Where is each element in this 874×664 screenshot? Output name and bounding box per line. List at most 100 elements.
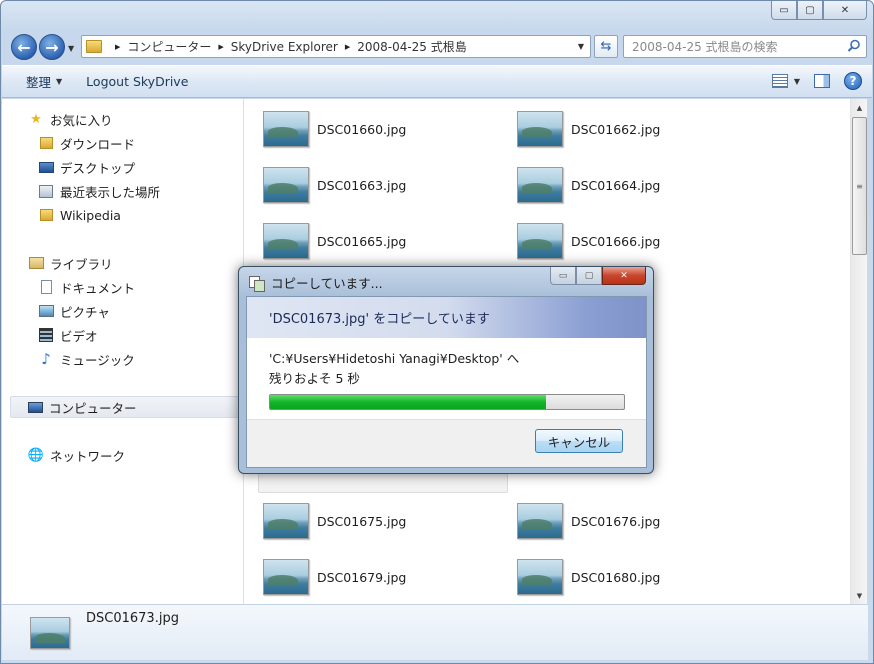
dialog-title: コピーしています... [271, 276, 383, 291]
network-icon: 🌐 [27, 447, 45, 463]
breadcrumb-skydrive[interactable]: SkyDrive Explorer [231, 40, 338, 54]
folder-icon [86, 40, 102, 53]
videos-icon [38, 327, 54, 343]
file-item[interactable]: DSC01675.jpg [263, 498, 406, 544]
nav-computer[interactable]: コンピューター [10, 396, 242, 418]
arrow-left-icon: ← [17, 37, 31, 57]
nav-item-desktop[interactable]: デスクトップ [38, 156, 135, 178]
image-thumbnail-icon [517, 167, 563, 203]
nav-libraries[interactable]: ライブラリ [28, 252, 113, 274]
file-name: DSC01663.jpg [317, 177, 407, 193]
change-view-button[interactable]: ▼ [771, 74, 800, 88]
file-item[interactable]: DSC01663.jpg [263, 162, 406, 208]
search-placeholder: 2008-04-25 式根島の検索 [632, 40, 778, 54]
nav-item-label: ダウンロード [60, 136, 136, 152]
breadcrumb-computer[interactable]: コンピューター [127, 38, 211, 55]
nav-item-wikipedia[interactable]: Wikipedia [38, 204, 121, 226]
nav-libraries-label: ライブラリ [50, 256, 113, 272]
scrollbar-thumb[interactable]: ≡ [852, 117, 867, 255]
maximize-icon: ▢ [805, 4, 815, 16]
nav-item-music[interactable]: ♪ ミュージック [38, 348, 135, 370]
nav-item-pictures[interactable]: ピクチャ [38, 300, 110, 322]
image-thumbnail-icon [263, 111, 309, 147]
organize-button[interactable]: 整理 ▼ [2, 66, 74, 97]
address-bar[interactable]: ▶ コンピューター ▶ SkyDrive Explorer ▶ 2008-04-… [81, 35, 591, 58]
music-note-icon: ♪ [41, 350, 51, 368]
image-thumbnail-icon [517, 223, 563, 259]
window-caption-buttons: ▭ ▢ ✕ [771, 1, 867, 21]
breadcrumb-folder[interactable]: 2008-04-25 式根島 [357, 38, 467, 55]
nav-item-label: ピクチャ [60, 304, 110, 320]
scroll-down-arrow-icon[interactable]: ▼ [851, 587, 868, 604]
chevron-down-icon[interactable]: ▼ [578, 42, 584, 51]
image-thumbnail-icon [517, 503, 563, 539]
close-button[interactable]: ✕ [823, 1, 867, 20]
nav-item-documents[interactable]: ドキュメント [38, 276, 135, 298]
progress-bar-fill [270, 395, 547, 409]
logout-skydrive-button[interactable]: Logout SkyDrive [74, 66, 200, 97]
help-icon[interactable]: ? [844, 72, 862, 90]
nav-item-label: Wikipedia [60, 207, 121, 223]
refresh-button[interactable]: ⇆ [594, 35, 618, 58]
copy-progress-dialog: コピーしています... ▭ ▢ ✕ 'DSC01673.jpg' をコピーしてい… [238, 266, 654, 474]
file-item[interactable]: DSC01664.jpg [517, 162, 660, 208]
nav-item-videos[interactable]: ビデオ [38, 324, 98, 346]
vertical-scrollbar[interactable]: ▲ ≡ ▼ [850, 99, 867, 604]
image-thumbnail-icon [30, 617, 70, 649]
file-name: DSC01675.jpg [317, 513, 407, 529]
scroll-up-arrow-icon[interactable]: ▲ [851, 99, 868, 116]
file-item[interactable]: DSC01666.jpg [517, 218, 660, 264]
organize-label: 整理 [26, 75, 52, 90]
nav-favorites[interactable]: ★ お気に入り [28, 108, 113, 130]
cancel-button[interactable]: キャンセル [535, 429, 623, 453]
navigation-bar: ← → ▼ ▶ コンピューター ▶ SkyDrive Explorer ▶ 20… [9, 31, 867, 61]
chevron-right-icon[interactable]: ▶ [218, 43, 223, 51]
image-thumbnail-icon [263, 559, 309, 595]
dialog-minimize-button[interactable]: ▭ [550, 267, 576, 285]
logout-label: Logout SkyDrive [86, 74, 189, 89]
downloads-folder-icon [38, 135, 54, 151]
pictures-icon [38, 303, 54, 319]
file-item[interactable]: DSC01676.jpg [517, 498, 660, 544]
file-name: DSC01665.jpg [317, 233, 407, 249]
recent-pages-dropdown[interactable]: ▼ [68, 44, 74, 53]
chevron-right-icon[interactable]: ▶ [345, 43, 350, 51]
time-remaining-text: 残りおよそ 5 秒 [269, 371, 360, 386]
image-thumbnail-icon [517, 111, 563, 147]
search-icon[interactable] [847, 39, 861, 53]
file-item[interactable]: DSC01662.jpg [517, 106, 660, 152]
recent-places-icon [38, 183, 54, 199]
chevron-right-icon[interactable]: ▶ [115, 43, 120, 51]
image-thumbnail-icon [263, 223, 309, 259]
back-button[interactable]: ← [11, 34, 37, 60]
file-name: DSC01662.jpg [571, 121, 661, 137]
file-name: DSC01660.jpg [317, 121, 407, 137]
nav-item-downloads[interactable]: ダウンロード [38, 132, 135, 154]
file-item[interactable]: DSC01680.jpg [517, 554, 660, 600]
maximize-button[interactable]: ▢ [797, 1, 823, 20]
minimize-button[interactable]: ▭ [771, 1, 797, 20]
file-item[interactable]: DSC01679.jpg [263, 554, 406, 600]
dialog-caption-buttons: ▭ ▢ ✕ [550, 267, 646, 285]
nav-network[interactable]: 🌐 ネットワーク [28, 444, 125, 466]
search-input[interactable]: 2008-04-25 式根島の検索 [623, 35, 867, 58]
preview-pane-icon[interactable] [814, 74, 830, 88]
image-thumbnail-icon [263, 167, 309, 203]
dialog-close-button[interactable]: ✕ [602, 267, 646, 285]
forward-button[interactable]: → [39, 34, 65, 60]
nav-item-label: ミュージック [60, 352, 135, 368]
dialog-maximize-button[interactable]: ▢ [576, 267, 602, 285]
chevron-down-icon: ▼ [56, 77, 63, 86]
copying-file-heading: 'DSC01673.jpg' をコピーしています [269, 312, 490, 327]
file-name: DSC01680.jpg [571, 569, 661, 585]
command-bar: 整理 ▼ Logout SkyDrive ▼ ? [2, 65, 872, 98]
dialog-body: 'DSC01673.jpg' をコピーしています 'C:¥Users¥Hidet… [246, 296, 647, 468]
arrow-right-icon: → [45, 37, 59, 57]
file-item[interactable]: DSC01665.jpg [263, 218, 406, 264]
nav-network-label: ネットワーク [50, 448, 126, 464]
nav-item-recent-places[interactable]: 最近表示した場所 [38, 180, 160, 202]
details-file-name: DSC01673.jpg [86, 611, 179, 626]
nav-favorites-label: お気に入り [50, 112, 113, 128]
file-item[interactable]: DSC01660.jpg [263, 106, 406, 152]
file-name: DSC01676.jpg [571, 513, 661, 529]
